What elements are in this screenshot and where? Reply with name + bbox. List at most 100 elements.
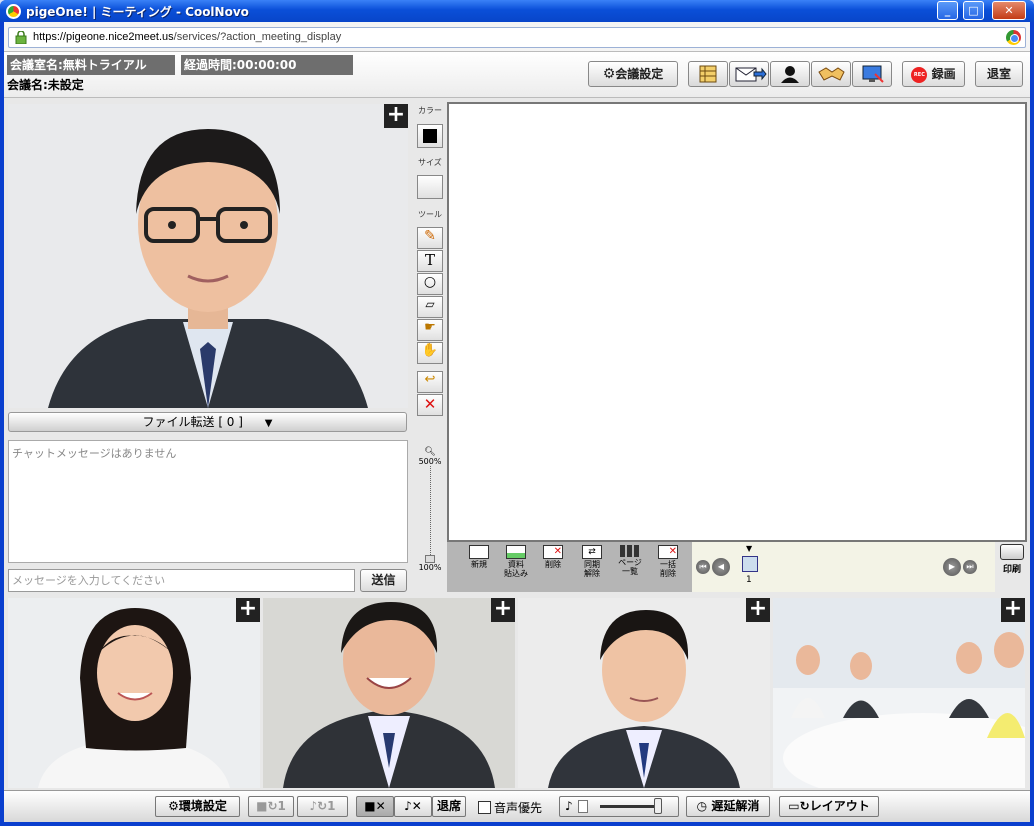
page-thumbnail[interactable] [742, 556, 758, 572]
invite-mail-button[interactable] [729, 61, 769, 87]
pointer-tool[interactable]: ☛ [417, 319, 443, 341]
audio-priority-checkbox[interactable] [478, 801, 491, 814]
gear-icon: ⚙ [602, 66, 616, 82]
participant-video-2: + [263, 598, 515, 788]
expand-participant-3-button[interactable]: + [746, 598, 770, 622]
url-field[interactable]: https://pigeone.nice2meet.us/services/?a… [8, 27, 1026, 48]
grid-icon [620, 545, 640, 557]
meeting-name: 会議名:未設定 [7, 78, 84, 92]
participant-video-1: + [8, 598, 260, 788]
zoom-max-label: 500% [418, 457, 442, 466]
text-icon: T [424, 251, 435, 269]
delete-all-button[interactable]: ✕ 一括 削除 [651, 545, 685, 589]
color-label: カラー [418, 106, 442, 115]
pan-tool[interactable]: ✋ [417, 342, 443, 364]
expand-participant-4-button[interactable]: + [1001, 598, 1025, 622]
camera-off-icon: ■✕ [364, 799, 386, 813]
pointer-hand-icon: ☛ [424, 320, 436, 335]
participant-4-image [773, 598, 1025, 788]
room-name: 会議室名:無料トライアル [7, 55, 175, 75]
mic-refresh-icon: ♪↻ [309, 799, 328, 813]
meeting-header: 会議室名:無料トライアル 経過時間:00:00:00 会議名:未設定 ⚙会議設定 [4, 52, 1030, 98]
browser-logo-icon [1006, 30, 1021, 45]
page-list-button[interactable]: ページ 一覧 [613, 545, 647, 589]
expand-participant-1-button[interactable]: + [236, 598, 260, 622]
undo-tool[interactable]: ↩ [417, 371, 443, 393]
expand-main-video-button[interactable]: + [384, 104, 408, 128]
file-transfer-bar[interactable]: ファイル転送 [ 0 ] ▼ [8, 412, 407, 432]
delay-release-button[interactable]: ◷ 遅延解消 [686, 796, 770, 817]
pencil-tool[interactable]: ✎ [417, 227, 443, 249]
color-swatch [423, 129, 437, 143]
screen-share-icon [862, 65, 884, 83]
camera-off-button[interactable]: ■✕ [356, 796, 394, 817]
chat-log: チャットメッセージはありません [8, 440, 408, 563]
exit-button[interactable]: 退室 [975, 61, 1023, 87]
prev-page-icon[interactable]: ◀ [712, 558, 730, 576]
volume-handle[interactable] [654, 798, 662, 814]
title-bar[interactable]: pigeOne! | ミーティング - CoolNovo _ □ ✕ [0, 0, 1034, 22]
user-icon [781, 66, 799, 83]
camera-icon: ■↻ [256, 799, 278, 813]
meeting-settings-button[interactable]: ⚙会議設定 [588, 61, 678, 87]
volume-track [600, 805, 662, 808]
chat-message-input[interactable]: メッセージを入力してください [8, 569, 355, 592]
hand-icon: ✋ [421, 343, 439, 358]
leave-seat-button[interactable]: 退席 [432, 796, 466, 817]
tool-label: ツール [418, 210, 442, 219]
zoom-slider[interactable]: 🔍︎ 500% 100% [416, 447, 444, 587]
screen-share-button[interactable] [852, 61, 892, 87]
table-button[interactable] [688, 61, 728, 87]
whiteboard-canvas[interactable] [447, 102, 1027, 542]
size-picker[interactable] [417, 175, 443, 199]
video-count-button[interactable]: ■↻1 [248, 796, 294, 817]
text-tool[interactable]: T [417, 250, 443, 272]
participant-2-image [263, 598, 515, 788]
layout-button[interactable]: ▭↻レイアウト [779, 796, 879, 817]
record-button[interactable]: REC 録画 [902, 61, 965, 87]
mic-off-button[interactable]: ♪✕ [394, 796, 432, 817]
paste-document-button[interactable]: 資料 貼込み [499, 545, 533, 589]
next-page-icon[interactable]: ▶ [943, 558, 961, 576]
grid-delete-icon: ✕ [658, 545, 678, 559]
handshake-button[interactable] [811, 61, 851, 87]
magnifier-icon: 🔍︎ [424, 447, 436, 457]
url-text: https://pigeone.nice2meet.us/services/?a… [33, 31, 342, 43]
print-button[interactable]: 印刷 [996, 542, 1028, 582]
new-page-button[interactable]: 新規 [462, 545, 496, 589]
user-button[interactable] [770, 61, 810, 87]
send-button[interactable]: 送信 [360, 569, 407, 592]
expand-participant-2-button[interactable]: + [491, 598, 515, 622]
color-picker[interactable] [417, 124, 443, 148]
volume-meter [578, 800, 588, 813]
table-icon [699, 65, 717, 83]
sync-release-icon: ⇄ [582, 545, 602, 559]
mic-icon: ♪ [565, 799, 573, 813]
shape-tool[interactable]: ○ [417, 273, 443, 295]
last-page-icon[interactable]: ⏭ [963, 560, 977, 574]
meeting-app: 会議室名:無料トライアル 経過時間:00:00:00 会議名:未設定 ⚙会議設定 [4, 52, 1030, 822]
close-button[interactable]: ✕ [992, 1, 1026, 20]
browser-client: https://pigeone.nice2meet.us/services/?a… [4, 22, 1030, 822]
page-navigator: ⏮ ◀ ▼ 1 ▶ ⏭ [692, 542, 995, 592]
unsync-button[interactable]: ⇄ 同期 解除 [575, 545, 609, 589]
minimize-button[interactable]: _ [937, 1, 958, 20]
undo-icon: ↩ [424, 372, 436, 387]
whiteboard-page-panel: 新規 資料 貼込み ✕ 削除 ⇄ 同期 解除 ページ 一覧 ✕ 一括 削除 ⏮ ◀ ▼ 1 ▶… [447, 542, 995, 592]
zoom-handle[interactable] [425, 555, 435, 563]
zoom-track [429, 466, 431, 561]
volume-control[interactable]: ♪ [559, 796, 679, 817]
env-settings-button[interactable]: ⚙環境設定 [155, 796, 240, 817]
delete-page-icon: ✕ [543, 545, 563, 559]
delete-page-button[interactable]: ✕ 削除 [536, 545, 570, 589]
chevron-down-icon[interactable]: ▼ [265, 418, 273, 429]
size-label: サイズ [418, 158, 442, 167]
audio-count-button[interactable]: ♪↻1 [297, 796, 348, 817]
zoom-min-label: 100% [418, 563, 442, 572]
clear-tool[interactable]: ✕ [417, 394, 443, 416]
first-page-icon[interactable]: ⏮ [696, 560, 710, 574]
printer-icon [1000, 544, 1024, 560]
maximize-button[interactable]: □ [963, 1, 984, 20]
current-page-number: 1 [746, 575, 752, 585]
eraser-tool[interactable]: ▱ [417, 296, 443, 318]
